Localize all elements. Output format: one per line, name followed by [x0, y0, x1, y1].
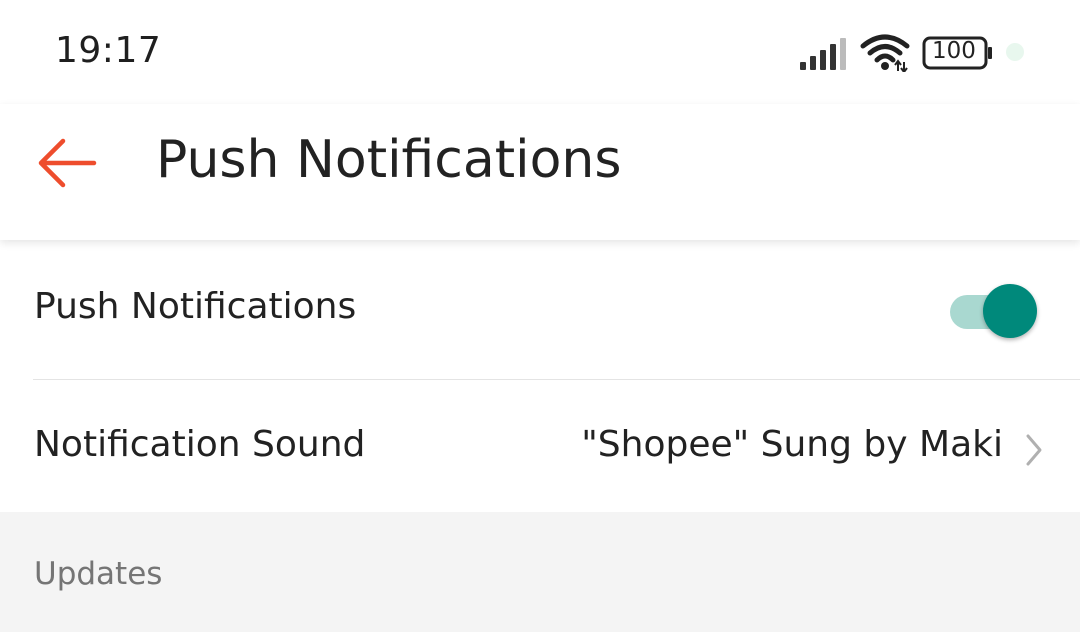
status-bar: 19:17 100: [0, 0, 1080, 104]
notification-sound-row[interactable]: Notification Sound "Shopee" Sung by Maki: [0, 380, 1080, 516]
status-icons: 100: [800, 34, 1030, 72]
status-dot: [1006, 43, 1024, 61]
section-header-updates: Updates: [34, 556, 163, 592]
push-notifications-toggle[interactable]: [950, 280, 1038, 340]
push-notifications-row[interactable]: Push Notifications: [0, 240, 1080, 380]
back-arrow-icon[interactable]: [36, 136, 98, 190]
notification-sound-label: Notification Sound: [34, 424, 366, 465]
wifi-icon: [860, 34, 910, 72]
chevron-right-icon: [1026, 434, 1042, 466]
battery-level: 100: [932, 38, 976, 64]
notification-sound-value: "Shopee" Sung by Maki: [581, 424, 1003, 465]
push-notifications-label: Push Notifications: [34, 286, 357, 327]
app-bar: Push Notifications: [0, 104, 1080, 240]
settings-list: Push Notifications Notification Sound "S…: [0, 240, 1080, 512]
page-title: Push Notifications: [156, 130, 622, 190]
signal-icon: [800, 38, 846, 70]
toggle-thumb: [983, 284, 1037, 338]
status-time: 19:17: [55, 30, 162, 71]
